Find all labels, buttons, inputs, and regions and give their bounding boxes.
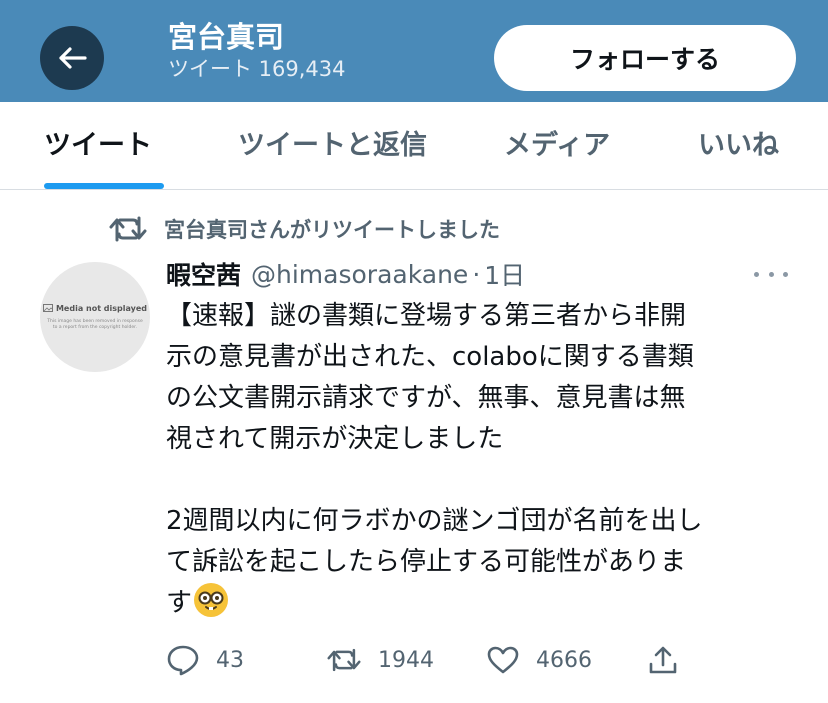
retweet-icon <box>327 648 361 672</box>
tweet-header: 暇空茜 @himasoraakane · 1日 <box>166 256 525 292</box>
tweet-line: 視されて開示が決定しました <box>166 424 504 454</box>
retweet-count: 1944 <box>378 647 434 673</box>
tweet-line: 【速報】謎の書類に登場する第三者から非開 <box>166 301 687 331</box>
tweet-line-text: す <box>166 588 193 618</box>
profile-tabs: ツイート ツイートと返信 メディア いいね <box>0 102 828 190</box>
retweet-icon <box>109 216 147 242</box>
nerd-face-emoji-icon <box>194 583 229 617</box>
tab-tweets-and-replies[interactable]: ツイートと返信 <box>238 128 427 164</box>
share-icon <box>649 646 677 674</box>
back-button[interactable] <box>40 26 104 90</box>
author-name[interactable]: 暇空茜 <box>166 256 241 292</box>
tweet-line: 示の意見書が出された、colaboに関する書類 <box>166 342 694 372</box>
tweet-line: の公文書開示請求ですが、無事、意見書は無 <box>166 383 686 413</box>
image-icon <box>42 304 53 312</box>
like-button[interactable]: 4666 <box>486 642 592 678</box>
more-options-button[interactable] <box>754 264 788 284</box>
tweet-count: ツイート 169,434 <box>168 57 346 81</box>
active-tab-indicator <box>44 183 164 189</box>
share-button[interactable] <box>648 642 678 678</box>
profile-header: 宮台真司 ツイート 169,434 フォローする <box>0 0 828 102</box>
follow-button[interactable]: フォローする <box>494 25 796 91</box>
reply-count: 43 <box>216 647 244 673</box>
avatar-body-text: This image has been removed in response … <box>47 318 143 330</box>
heart-icon <box>487 646 519 674</box>
tweet-line: て訴訟を起こしたら停止する可能性がありま <box>166 547 687 577</box>
separator-dot: · <box>472 259 481 289</box>
reply-icon <box>167 645 199 676</box>
media-not-displayed-label: Media not displayed <box>42 303 148 313</box>
reply-button[interactable]: 43 <box>166 642 244 678</box>
retweet-indicator: 宮台真司さんがリツイートしました <box>108 212 500 246</box>
tweet-line: 2週間以内に何ラボかの謎ンゴ団が名前を出し <box>166 506 703 536</box>
tweet-line-last: す <box>166 583 790 624</box>
tab-tweets[interactable]: ツイート <box>44 128 152 164</box>
arrow-left-icon <box>59 47 87 69</box>
retweet-label: 宮台真司さんがリツイートしました <box>164 218 500 242</box>
avatar-title: Media not displayed <box>55 303 148 313</box>
tweet-time[interactable]: 1日 <box>484 256 525 292</box>
more-dot-icon <box>754 271 759 277</box>
more-dot-icon <box>768 271 774 277</box>
tab-media[interactable]: メディア <box>504 128 610 164</box>
tab-likes[interactable]: いいね <box>698 128 779 164</box>
like-count: 4666 <box>536 647 592 673</box>
author-handle[interactable]: @himasoraakane <box>251 260 468 289</box>
profile-name: 宮台真司 <box>168 20 285 54</box>
retweet-button[interactable]: 1944 <box>326 642 434 678</box>
avatar[interactable]: Media not displayed This image has been … <box>40 262 150 372</box>
more-dot-icon <box>783 271 788 277</box>
tweet-text: 【速報】謎の書類に登場する第三者から非開 示の意見書が出された、colaboに関… <box>166 296 790 624</box>
